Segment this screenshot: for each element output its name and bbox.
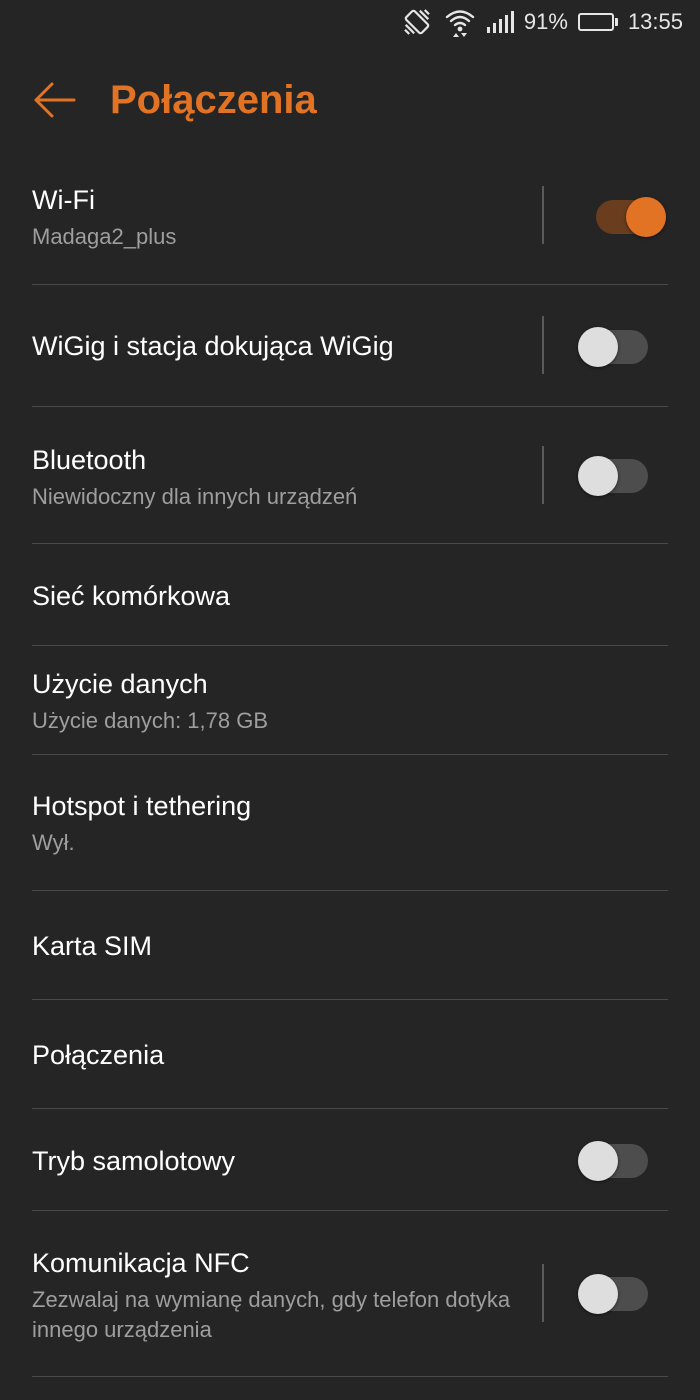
divider (542, 186, 544, 244)
separator (32, 1376, 668, 1377)
setting-title: Hotspot i tethering (32, 791, 252, 821)
setting-subtitle: Użycie danych: 1,78 GB (32, 708, 269, 733)
divider (542, 1264, 544, 1322)
cell-signal-icon (486, 9, 514, 35)
setting-subtitle: Wył. (32, 830, 75, 855)
setting-subtitle: Madaga2_plus (32, 224, 177, 249)
setting-nfc[interactable]: Komunikacja NFC Zezwalaj na wymianę dany… (0, 1211, 700, 1377)
page-title: Połączenia (110, 78, 317, 122)
setting-title: Użycie danych (32, 669, 208, 699)
app-bar: Połączenia (0, 60, 700, 140)
setting-title: Połączenia (32, 1040, 165, 1070)
wifi-icon (444, 6, 476, 38)
setting-wigig[interactable]: WiGig i stacja dokująca WiGig (0, 285, 700, 407)
airplane-mode-toggle[interactable] (578, 1139, 648, 1181)
battery-percent: 91% (523, 9, 568, 34)
bluetooth-toggle[interactable] (578, 454, 648, 496)
setting-hotspot[interactable]: Hotspot i tethering Wył. (0, 755, 700, 891)
wifi-toggle[interactable] (596, 195, 666, 237)
nfc-toggle[interactable] (578, 1272, 648, 1314)
settings-list: Wi-Fi Madaga2_plus WiGig i stacja dokują… (0, 144, 700, 1377)
setting-title: Bluetooth (32, 445, 147, 475)
divider (542, 316, 544, 374)
setting-airplane-mode[interactable]: Tryb samolotowy (0, 1109, 700, 1211)
vibrate-icon (400, 5, 434, 39)
setting-subtitle: Zezwalaj na wymianę danych, gdy telefon … (32, 1287, 511, 1342)
setting-title: Komunikacja NFC (32, 1248, 250, 1278)
setting-title: Sieć komórkowa (32, 581, 231, 611)
arrow-left-icon (34, 82, 76, 118)
setting-cellular[interactable]: Sieć komórkowa (0, 544, 700, 646)
setting-data-usage[interactable]: Użycie danych Użycie danych: 1,78 GB (0, 646, 700, 755)
setting-wifi[interactable]: Wi-Fi Madaga2_plus (0, 144, 700, 285)
status-icons: 91% 13:55 (400, 6, 683, 38)
setting-subtitle: Niewidoczny dla innych urządzeń (32, 484, 358, 509)
clock: 13:55 (627, 9, 683, 34)
setting-title: Tryb samolotowy (32, 1146, 236, 1176)
battery-icon (577, 13, 618, 31)
back-button[interactable] (28, 74, 80, 126)
setting-title: WiGig i stacja dokująca WiGig (32, 331, 394, 361)
setting-bluetooth[interactable]: Bluetooth Niewidoczny dla innych urządze… (0, 407, 700, 544)
divider (542, 446, 544, 504)
setting-calls[interactable]: Połączenia (0, 1000, 700, 1109)
status-bar: 91% 13:55 (0, 0, 700, 44)
setting-title: Karta SIM (32, 931, 153, 961)
setting-title: Wi-Fi (32, 185, 95, 215)
setting-sim-card[interactable]: Karta SIM (0, 891, 700, 1000)
wigig-toggle[interactable] (578, 325, 648, 367)
